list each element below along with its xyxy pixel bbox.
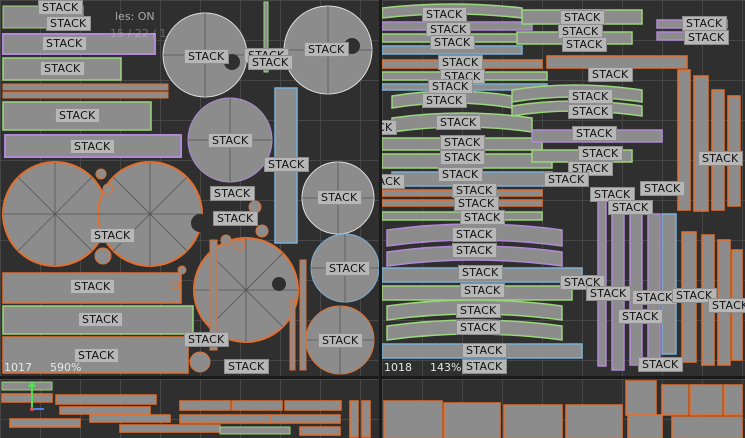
stack-label: STACK <box>586 286 631 301</box>
stack-label: STACK <box>382 120 397 135</box>
stack-label: STACK <box>38 0 83 15</box>
stack-label: STACK <box>572 126 617 141</box>
stack-label: STACK <box>248 55 293 70</box>
uv-tile-bottom-right[interactable] <box>382 379 745 438</box>
stack-label: STACK <box>462 343 507 358</box>
stack-label: STACK <box>640 181 685 196</box>
stack-label: STACK <box>70 139 115 154</box>
tile-zoom-label: 590% <box>50 361 82 374</box>
stack-label: STACK <box>422 7 467 22</box>
stack-label: STACK <box>544 172 589 187</box>
stack-label: STACK <box>456 303 501 318</box>
axis-gizmo <box>28 381 44 411</box>
stack-label: STACK <box>90 228 135 243</box>
uv-tile-1018[interactable]: STACK STACK STACK STACK STACK STACK STAC… <box>382 0 745 376</box>
stack-label: STACK <box>210 186 255 201</box>
stack-label: STACK <box>208 133 253 148</box>
stack-label: STACK <box>46 16 91 31</box>
stack-label: STACK <box>462 359 507 374</box>
uv-shells-bottom-right <box>383 380 743 438</box>
stack-label: STACK <box>40 61 85 76</box>
stack-label: STACK <box>608 200 653 215</box>
stack-label: STACK <box>458 265 503 280</box>
stack-label: STACK <box>562 37 607 52</box>
stack-label: STACK <box>568 104 613 119</box>
stack-label: STACK <box>638 357 683 372</box>
stack-label: STACK <box>632 290 677 305</box>
stack-label: STACK <box>440 135 485 150</box>
uv-tile-1017[interactable]: les: ON 15 / 22 / 1 STACK STACK STACK ST… <box>0 0 379 376</box>
stack-label: STACK <box>304 42 349 57</box>
stack-label: STACK <box>568 89 613 104</box>
stack-label: STACK <box>682 16 727 31</box>
stack-label: STACK <box>224 359 269 374</box>
stack-label: STACK <box>452 243 497 258</box>
stack-label: STACK <box>325 261 370 276</box>
stack-label: STACK <box>184 49 229 64</box>
stack-label: STACK <box>436 115 481 130</box>
stack-label: STACK <box>42 36 87 51</box>
stack-label: STACK <box>184 332 229 347</box>
stack-label: STACK <box>560 10 605 25</box>
tile-id-label: 1018 <box>384 361 412 374</box>
stack-label: STACK <box>430 35 475 50</box>
stack-label: STACK <box>708 298 745 313</box>
tile-divider-horizontal <box>0 376 745 379</box>
display-overlay-line1: les: ON <box>115 10 155 23</box>
stack-label: STACK <box>438 167 483 182</box>
stack-label: STACK <box>456 320 501 335</box>
uv-editor-viewport[interactable]: les: ON 15 / 22 / 1 STACK STACK STACK ST… <box>0 0 745 438</box>
uv-tile-bottom-left[interactable] <box>0 379 379 438</box>
stack-label: STACK <box>618 309 663 324</box>
stack-label: STACK <box>460 210 505 225</box>
stack-label: STACK <box>454 196 499 211</box>
stack-label: STACK <box>698 151 743 166</box>
stack-label: STACK <box>578 146 623 161</box>
stack-label: STACK <box>78 312 123 327</box>
stack-label: STACK <box>440 150 485 165</box>
stack-label: STACK <box>684 30 729 45</box>
uv-shells-1018 <box>382 3 743 371</box>
uv-shells-bottom-left <box>1 381 371 438</box>
stack-label: STACK <box>460 283 505 298</box>
tile-divider-vertical <box>379 0 382 438</box>
stack-label: STACK <box>428 79 473 94</box>
tile-zoom-label: 143% <box>430 361 462 374</box>
stack-label: STACK <box>55 108 100 123</box>
stack-label: STACK <box>213 211 258 226</box>
stack-label: STACK <box>422 93 467 108</box>
stack-label: STACK <box>452 227 497 242</box>
stack-label: STACK <box>438 55 483 70</box>
display-overlay-line2: 15 / 22 / 1 <box>110 27 167 40</box>
tile-id-label: 1017 <box>4 361 32 374</box>
stack-label: STACK <box>70 279 115 294</box>
stack-label: STACK <box>382 174 405 189</box>
stack-label: STACK <box>264 157 309 172</box>
stack-label: STACK <box>318 333 363 348</box>
stack-label: STACK <box>588 67 633 82</box>
stack-label: STACK <box>317 190 362 205</box>
